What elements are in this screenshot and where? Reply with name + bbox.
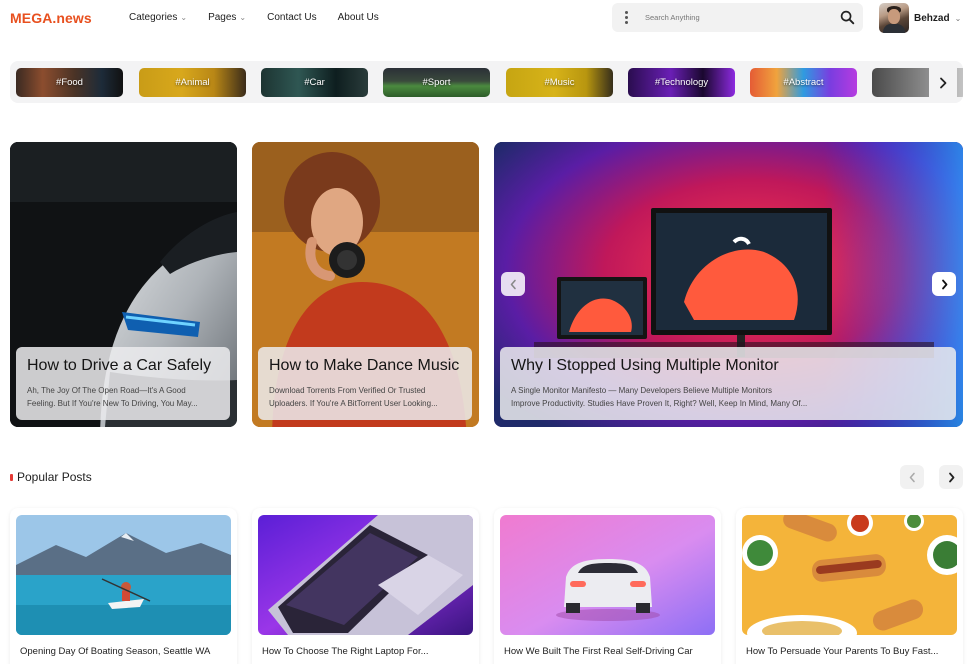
more-options-icon[interactable] [625, 11, 629, 25]
nav-item-label: Categories [129, 12, 178, 23]
section-accent-bar [10, 473, 13, 481]
tag-strip: #Food #Animal #Car #Sport #Music #Techno… [10, 61, 963, 103]
hero-next-button[interactable] [932, 272, 956, 296]
hero-excerpt: Download Torrents From Verified Or Trust… [269, 386, 438, 408]
post-title[interactable]: How To Persuade Your Parents To Buy Fast… [746, 646, 938, 657]
chevron-down-icon: ⌄ [954, 13, 962, 23]
fast-food-image [742, 515, 957, 635]
nav-item-label: About Us [337, 12, 379, 23]
chevron-right-icon [941, 279, 947, 289]
tag-abstract[interactable]: #Abstract [750, 68, 857, 97]
hero-caption: How to Make Dance Music Download Torrent… [258, 347, 472, 420]
tag-animal[interactable]: #Animal [139, 68, 246, 97]
chevron-right-icon [948, 472, 954, 482]
popular-next-button[interactable] [939, 465, 963, 489]
search-bar [612, 3, 863, 32]
hero-caption: How to Drive a Car Safely Ah, The Joy Of… [16, 347, 230, 420]
nav-item-label: Pages [208, 12, 237, 23]
hero-title[interactable]: Why I Stopped Using Multiple Monitor [511, 357, 945, 375]
hero-excerpt: A Single Monitor Manifesto — Many Develo… [511, 386, 808, 408]
site-logo[interactable]: MEGA.news [10, 10, 92, 26]
hero-prev-button[interactable] [501, 272, 525, 296]
hero-title[interactable]: How to Make Dance Music [269, 357, 461, 375]
hero-card-car[interactable]: How to Drive a Car Safely Ah, The Joy Of… [10, 142, 237, 427]
main-nav: Categories ⌄ Pages ⌄ Contact Us About Us [129, 12, 400, 23]
chevron-down-icon: ⌄ [180, 13, 188, 22]
nav-item-label: Contact Us [267, 12, 317, 23]
laptop-image [258, 515, 473, 635]
chevron-right-icon [940, 77, 947, 88]
post-title[interactable]: Opening Day Of Boating Season, Seattle W… [20, 646, 210, 657]
nav-item-categories[interactable]: Categories ⌄ [129, 12, 187, 23]
self-driving-car-image [500, 515, 715, 635]
search-input[interactable] [645, 10, 835, 25]
hero-card-monitor[interactable]: Why I Stopped Using Multiple Monitor A S… [494, 142, 963, 427]
tag-sport[interactable]: #Sport [383, 68, 490, 97]
tag-technology[interactable]: #Technology [628, 68, 735, 97]
hero-title[interactable]: How to Drive a Car Safely [27, 357, 219, 375]
section-title: Popular Posts [17, 470, 92, 484]
post-title[interactable]: How To Choose The Right Laptop For... [262, 646, 429, 657]
kayak-lake-image [16, 515, 231, 635]
post-thumbnail[interactable] [16, 515, 231, 635]
tag-food[interactable]: #Food [16, 68, 123, 97]
nav-item-pages[interactable]: Pages ⌄ [208, 12, 246, 23]
post-thumbnail[interactable] [500, 515, 715, 635]
post-card[interactable]: How To Persuade Your Parents To Buy Fast… [736, 508, 963, 664]
tags-next-button[interactable] [929, 68, 957, 97]
tag-car[interactable]: #Car [261, 68, 368, 97]
post-title[interactable]: How We Built The First Real Self-Driving… [504, 646, 693, 657]
user-name: Behzad [914, 12, 950, 24]
site-header: MEGA.news Categories ⌄ Pages ⌄ Contact U… [0, 0, 971, 36]
post-thumbnail[interactable] [258, 515, 473, 635]
popular-posts-header: Popular Posts [10, 470, 92, 484]
hero-card-dance[interactable]: How to Make Dance Music Download Torrent… [252, 142, 479, 427]
chevron-left-icon [510, 279, 516, 289]
tag-music[interactable]: #Music [506, 68, 613, 97]
search-icon[interactable] [840, 10, 855, 25]
post-card[interactable]: How We Built The First Real Self-Driving… [494, 508, 721, 664]
post-card[interactable]: Opening Day Of Boating Season, Seattle W… [10, 508, 237, 664]
nav-item-contact[interactable]: Contact Us [267, 12, 316, 23]
chevron-left-icon [909, 472, 915, 482]
post-thumbnail[interactable] [742, 515, 957, 635]
user-menu[interactable]: Behzad ⌄ [879, 3, 961, 33]
hero-caption: Why I Stopped Using Multiple Monitor A S… [500, 347, 956, 420]
avatar [879, 3, 909, 33]
nav-item-about[interactable]: About Us [338, 12, 379, 23]
chevron-down-icon: ⌄ [239, 13, 247, 22]
popular-prev-button[interactable] [900, 465, 924, 489]
hero-excerpt: Ah, The Joy Of The Open Road—It's A Good… [27, 386, 198, 408]
post-card[interactable]: How To Choose The Right Laptop For... [252, 508, 479, 664]
